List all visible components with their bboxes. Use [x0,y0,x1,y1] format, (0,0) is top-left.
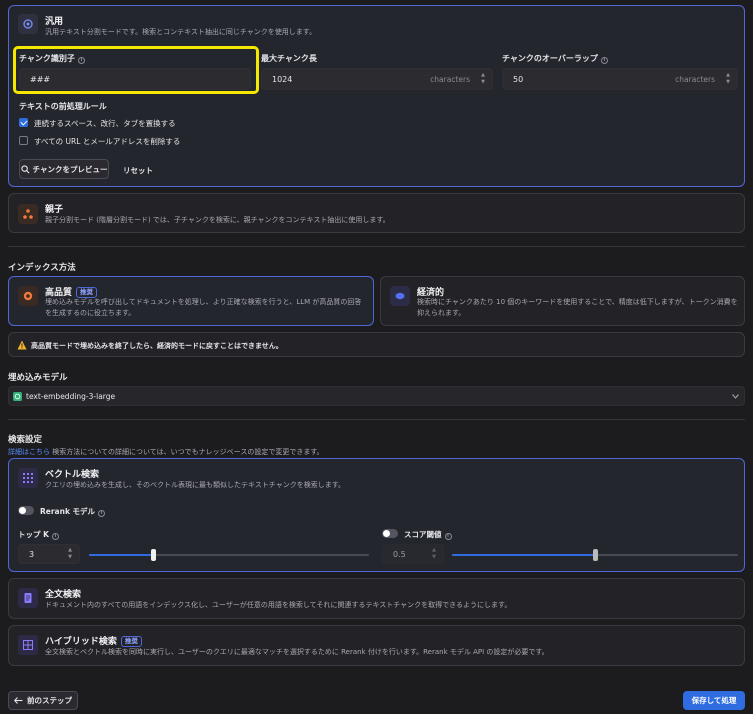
embedding-model-select[interactable]: text-embedding-3-large [8,386,745,406]
general-mode-icon-box [18,14,38,34]
general-mode-title: 汎用 [45,17,64,27]
score-slider-fill [452,554,595,556]
score-threshold-input[interactable]: 0.5 ▲ ▼ [382,544,444,564]
overlap-input[interactable]: 50 characters ▲ ▼ [502,68,738,90]
info-icon: i [444,533,452,540]
preview-chunk-label: チャンクをプレビュー [32,164,108,174]
back-button[interactable]: 前のステップ [8,691,78,710]
hierarchy-icon [23,209,33,219]
save-process-button[interactable]: 保存して処理 [683,691,745,710]
rerank-label: Rerank モデル [40,507,96,516]
topk-slider[interactable] [89,549,369,561]
general-mode-desc: 汎用テキスト分割モードです。検索とコンテキスト抽出に同じチャンクを使用します。 [45,28,317,36]
overlap-label: チャンクのオーバーラップ [502,54,598,63]
hybrid-icon-box [18,635,38,655]
parent-child-mode-card[interactable]: 親子 親子分割モード (階層分割モード) では、子チャンクを検索に、親チャンクを… [8,193,745,233]
embedding-model-label: 埋め込みモデル [8,373,68,383]
rule2-label[interactable]: すべての URL とメールアドレスを削除する [34,136,180,147]
max-chunk-value: 1024 [272,75,293,84]
warning-text: 高品質モードで埋め込みを終了したら、経済的モードに戻すことはできません。 [31,342,283,350]
info-icon: i [51,533,59,540]
topk-slider-thumb[interactable] [151,549,157,561]
info-icon: i [600,57,608,64]
chunk-id-value: ### [30,75,51,84]
rerank-toggle[interactable] [18,506,34,515]
max-chunk-input[interactable]: 1024 characters ▲ ▼ [261,68,493,90]
topk-slider-fill [89,554,154,556]
warning-icon [17,340,27,350]
vector-grid-icon [23,473,33,483]
document-icon [24,593,32,603]
fulltext-search-desc: ドキュメント内のすべての用語をインデックス化し、ユーザーが任意の用語を検索してそ… [45,601,512,609]
score-slider-thumb[interactable] [593,549,598,561]
parent-child-icon-box [18,204,38,224]
fulltext-icon-box [18,588,38,608]
chevron-down-icon [732,394,739,399]
rule2-checkbox[interactable] [19,136,28,145]
fulltext-search-title: 全文検索 [45,590,82,600]
overlap-unit: characters [675,75,715,84]
search-settings-label: 検索設定 [8,435,43,445]
info-icon: i [77,57,85,64]
openai-icon [13,392,22,401]
general-mode-card[interactable]: 汎用 汎用テキスト分割モードです。検索とコンテキスト抽出に同じチャンクを使用しま… [8,5,745,187]
parent-child-desc: 親子分割モード (階層分割モード) では、子チャンクを検索に、親チャンクをコンテ… [45,216,390,224]
parent-child-title: 親子 [45,205,64,215]
max-chunk-unit: characters [430,75,470,84]
vector-search-title: ベクトル検索 [45,470,100,480]
score-slider[interactable] [452,549,738,561]
hybrid-search-title: ハイブリッド検索 [45,637,117,647]
info-icon: i [98,510,106,517]
coins-icon [395,292,405,300]
back-button-label: 前のステップ [27,696,72,705]
reset-button[interactable]: リセット [123,165,153,176]
learn-more-link[interactable]: 詳細はこちら [8,448,50,456]
score-threshold-label: スコア閾値 [404,530,442,539]
chunk-id-label: チャンク識別子 [19,54,75,63]
vector-icon-box [18,468,38,488]
high-quality-card[interactable]: 高品質 推奨 埋め込みモデルを呼び出してドキュメントを処理し、より正確な検索を行う… [8,276,374,326]
topk-stepper-icon[interactable]: ▲ ▼ [65,547,75,563]
fulltext-search-card[interactable]: 全文検索 ドキュメント内のすべての用語をインデックス化し、ユーザーが任意の用語を… [8,578,745,619]
economy-desc: 検索時にチャンクあたり 10 個のキーワードを使用することで、精度は低下しますが… [417,298,738,317]
overlap-value: 50 [513,75,524,84]
overlap-stepper-icon[interactable]: ▲ ▼ [723,72,733,88]
score-stepper-icon[interactable]: ▲ ▼ [429,547,439,563]
divider [8,419,745,420]
hybrid-search-desc: 全文検索とベクトル検索を同時に実行し、ユーザーのクエリに最適なマッチを選択するた… [45,648,549,656]
embedding-model-value: text-embedding-3-large [26,392,116,401]
index-method-label: インデックス方法 [8,263,76,273]
search-note: 検索方法についての詳細については、いつでもナレッジベースの設定で変更できます。 [50,448,324,456]
score-threshold-value: 0.5 [393,550,406,559]
high-quality-icon-box [18,286,38,306]
warning-banner: 高品質モードで埋め込みを終了したら、経済的モードに戻すことはできません。 [8,332,745,357]
recommended-badge: 推奨 [120,636,142,647]
hybrid-search-card[interactable]: ハイブリッド検索 推奨 全文検索とベクトル検索を同時に実行し、ユーザーのクエリに最… [8,625,745,666]
rule1-label[interactable]: 連続するスペース、改行、タブを置換する [34,118,176,129]
score-threshold-toggle[interactable] [382,529,398,538]
preprocess-label: テキストの前処理ルール [19,102,107,111]
vector-search-card[interactable]: ベクトル検索 クエリの埋め込みを生成し、そのベクトル表現に最も類似したテキストチ… [8,458,745,572]
vector-search-desc: クエリの埋め込みを生成し、そのベクトル表現に最も類似したテキストチャンクを検索し… [45,481,346,489]
high-quality-desc: 埋め込みモデルを呼び出してドキュメントを処理し、より正確な検索を行うと、LLM … [45,298,362,317]
economy-card[interactable]: 経済的 検索時にチャンクあたり 10 個のキーワードを使用することで、精度は低下… [380,276,745,326]
flame-icon [23,291,33,301]
economy-icon-box [390,286,410,306]
max-chunk-stepper-icon[interactable]: ▲ ▼ [478,72,488,88]
topk-input[interactable]: 3 ▲ ▼ [18,544,80,564]
chunk-id-input[interactable]: ### [19,68,251,90]
max-chunk-label: 最大チャンク長 [261,54,317,63]
divider [8,246,745,247]
rule1-checkbox[interactable] [19,118,28,127]
preview-chunk-button[interactable]: チャンクをプレビュー [19,159,109,179]
topk-label: トップ K [18,530,49,539]
settings-icon [23,19,33,29]
topk-value: 3 [29,550,35,559]
arrow-left-icon [14,697,23,704]
hybrid-grid-icon [23,640,33,650]
search-icon [20,164,30,173]
